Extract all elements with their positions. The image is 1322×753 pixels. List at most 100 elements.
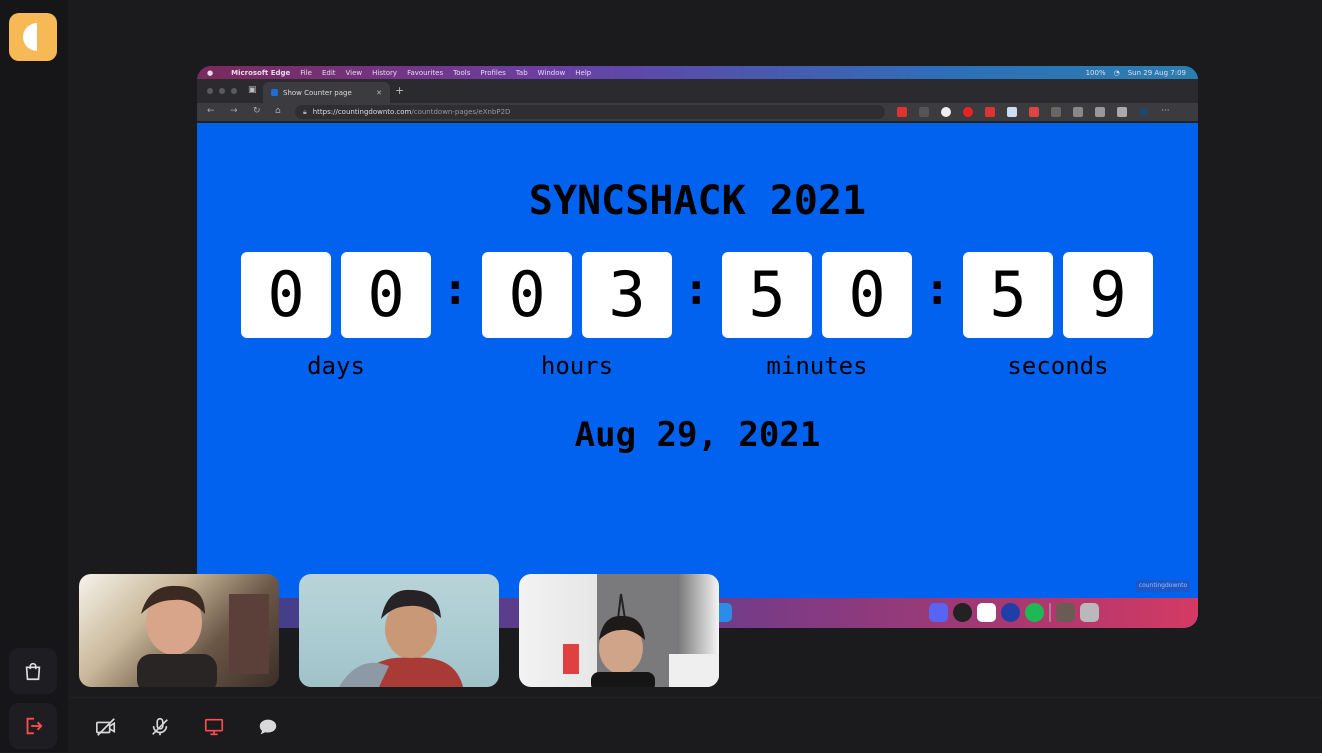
menubar-app-name[interactable]: Microsoft Edge — [231, 69, 290, 77]
preview-icon[interactable] — [1056, 603, 1075, 622]
site-favicon-icon — [271, 89, 278, 96]
minutes-digit-2: 0 — [822, 252, 912, 338]
github-icon[interactable] — [953, 603, 972, 622]
participant-video-2[interactable] — [299, 574, 499, 687]
app-logo[interactable] — [9, 13, 57, 61]
trash-icon[interactable] — [1080, 603, 1099, 622]
menu-profiles[interactable]: Profiles — [480, 69, 505, 77]
dock-app-icon[interactable] — [809, 603, 828, 622]
tab-title: Show Counter page — [283, 88, 352, 97]
back-icon[interactable]: ← — [207, 106, 215, 116]
dock-app-icon[interactable] — [905, 603, 924, 622]
forward-icon[interactable]: → — [230, 106, 238, 116]
battery-text: 100% — [1085, 68, 1106, 77]
more-menu-icon[interactable]: ··· — [1161, 107, 1171, 117]
spotify-icon[interactable] — [1025, 603, 1044, 622]
dock-app-icon[interactable] — [737, 603, 756, 622]
lock-icon: 🔒︎ — [303, 107, 307, 116]
minutes-digit-1: 5 — [722, 252, 812, 338]
menu-window[interactable]: Window — [538, 69, 566, 77]
countdown-title: SYNCSHACK 2021 — [528, 178, 867, 224]
hours-digit-2: 3 — [582, 252, 672, 338]
leave-icon — [26, 717, 43, 735]
countdown-page: SYNCSHACK 2021 0 0 : 0 3 : 5 0 : 5 9 day… — [197, 123, 1198, 598]
profile-avatar-icon[interactable] — [1139, 107, 1149, 117]
shop-button[interactable] — [9, 648, 57, 694]
extension-icon[interactable] — [1073, 107, 1083, 117]
dock-app-icon[interactable] — [785, 603, 804, 622]
participant-video-1[interactable] — [79, 574, 279, 687]
participant-2-avatar — [339, 589, 463, 687]
days-label: days — [307, 352, 365, 380]
mic-toggle-button[interactable] — [147, 714, 173, 740]
chat-icon — [259, 719, 277, 735]
extension-icon[interactable] — [1051, 107, 1061, 117]
menu-history[interactable]: History — [372, 69, 397, 77]
extension-icon[interactable] — [1029, 107, 1039, 117]
notion-icon[interactable] — [977, 603, 996, 622]
extension-icon[interactable] — [985, 107, 995, 117]
hours-label: hours — [540, 352, 614, 380]
mac-menubar: ● Microsoft Edge File Edit View History … — [197, 66, 1198, 79]
menu-tools[interactable]: Tools — [453, 69, 470, 77]
shopping-bag-icon — [25, 662, 41, 681]
sidebar — [0, 0, 68, 752]
participant-3-avatar — [563, 574, 719, 687]
target-date: Aug 29, 2021 — [574, 415, 821, 455]
url-field[interactable]: 🔒︎ https://countingdownto.com/countdown-… — [295, 105, 885, 119]
camera-toggle-button[interactable] — [93, 714, 119, 740]
screen-share-icon — [204, 718, 224, 736]
close-tab-icon[interactable]: ✕ — [376, 89, 382, 97]
moon-logo-icon — [23, 23, 37, 51]
apple-icon: ● — [207, 68, 214, 77]
dock-app-icon[interactable] — [833, 603, 852, 622]
separator: : — [442, 264, 469, 315]
camera-off-icon — [96, 718, 116, 736]
extension-icon[interactable] — [941, 107, 951, 117]
separator: : — [924, 264, 951, 315]
leave-button[interactable] — [9, 703, 57, 749]
days-digit-1: 0 — [241, 252, 331, 338]
dock-icons — [713, 603, 1099, 622]
seconds-digit-2: 9 — [1063, 252, 1153, 338]
extension-icon[interactable] — [919, 107, 929, 117]
reload-icon[interactable]: ↻ — [253, 106, 261, 116]
extension-icon[interactable] — [897, 107, 907, 117]
extension-icon[interactable] — [1095, 107, 1105, 117]
discord-icon[interactable] — [929, 603, 948, 622]
participant-video-3[interactable] — [519, 574, 719, 687]
home-icon[interactable]: ⌂ — [275, 106, 281, 116]
screen-share-button[interactable] — [201, 714, 227, 740]
wifi-icon: ◔ — [1113, 68, 1120, 77]
clock-text: Sun 29 Aug 7:09 — [1127, 68, 1186, 77]
extension-icon[interactable] — [1007, 107, 1017, 117]
menu-file[interactable]: File — [300, 69, 312, 77]
menu-tab[interactable]: Tab — [516, 69, 528, 77]
dock-app-icon[interactable] — [1001, 603, 1020, 622]
menubar-status: 100% ◔ Sun 29 Aug 7:09 — [1086, 69, 1186, 77]
site-badge[interactable]: countingdownto — [1136, 580, 1190, 592]
menu-favourites[interactable]: Favourites — [407, 69, 443, 77]
menu-edit[interactable]: Edit — [322, 69, 336, 77]
extension-icon[interactable] — [1117, 107, 1127, 117]
window-controls[interactable] — [207, 88, 237, 94]
hours-digit-1: 0 — [482, 252, 572, 338]
extension-icon[interactable] — [963, 107, 973, 117]
minutes-label: minutes — [766, 352, 868, 380]
address-bar-row: ← → ↻ ⌂ 🔒︎ https://countingdownto.com/co… — [197, 103, 1198, 123]
tab-show-counter[interactable]: Show Counter page ✕ — [263, 82, 390, 103]
seconds-digit-1: 5 — [963, 252, 1053, 338]
days-digit-2: 0 — [341, 252, 431, 338]
separator: : — [683, 264, 710, 315]
menu-view[interactable]: View — [346, 69, 363, 77]
chat-button[interactable] — [255, 714, 281, 740]
dock-app-icon[interactable] — [881, 603, 900, 622]
dock-app-icon[interactable] — [857, 603, 876, 622]
menu-help[interactable]: Help — [575, 69, 591, 77]
mic-off-icon — [152, 717, 168, 736]
new-tab-icon[interactable]: + — [395, 84, 404, 97]
participant-1-avatar — [137, 585, 269, 687]
dock-app-icon[interactable] — [761, 603, 780, 622]
tab-actions-icon[interactable]: ▣ — [248, 85, 258, 95]
seconds-label: seconds — [1007, 352, 1109, 380]
